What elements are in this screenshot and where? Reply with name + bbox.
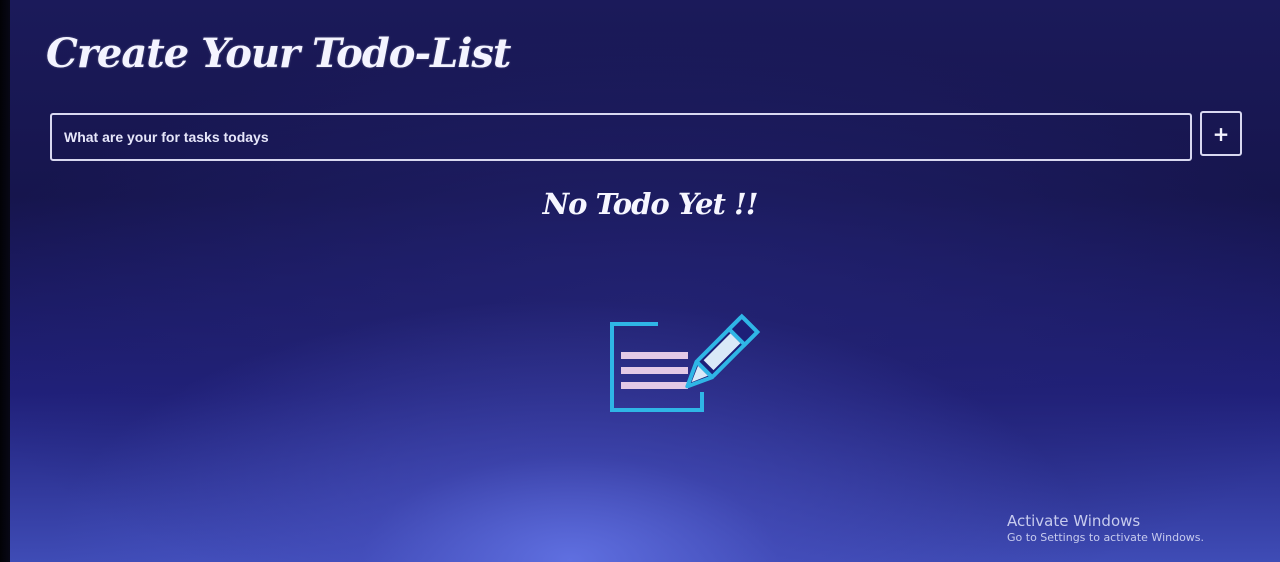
note-edit-icon	[610, 313, 761, 412]
app-screen	[10, 0, 1280, 562]
page-title: Create Your Todo-List	[46, 30, 511, 77]
watermark-title: Activate Windows	[1007, 512, 1141, 530]
watermark-subtitle: Go to Settings to activate Windows.	[1007, 531, 1205, 544]
empty-state-message: No Todo Yet !!	[542, 187, 759, 221]
add-task-button[interactable]: +	[1200, 111, 1242, 156]
activate-windows-watermark: Activate Windows Go to Settings to activ…	[1007, 512, 1204, 546]
task-input[interactable]	[50, 113, 1192, 161]
